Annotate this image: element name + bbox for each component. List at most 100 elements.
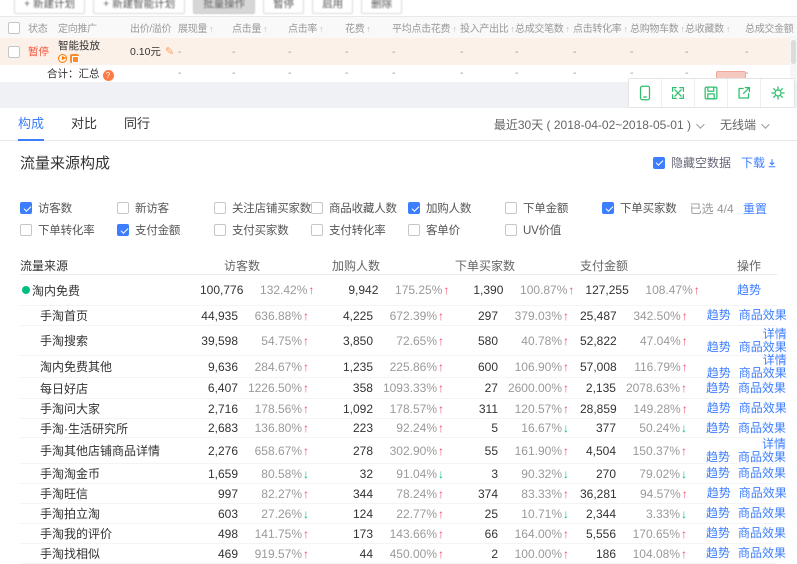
help-icon[interactable]: ? (103, 70, 114, 81)
ads-col-header[interactable]: 花费↑ (345, 20, 392, 35)
table-row[interactable]: 手淘其他店铺商品详情2,276658.67%↑278302.90%↑55161.… (20, 437, 777, 463)
new-campaign-button[interactable]: + 新建计划 (14, 0, 85, 14)
tab-peers[interactable]: 同行 (124, 108, 150, 141)
pause-button[interactable]: 暂停 (263, 0, 304, 14)
checkbox-icon[interactable] (408, 224, 420, 236)
checkbox-icon[interactable] (311, 224, 323, 236)
checkbox-icon[interactable] (117, 224, 129, 236)
ads-col-header[interactable]: 总成交金额↑ (745, 20, 797, 35)
table-row[interactable]: 手淘拍立淘60327.26%↓12422.77%↑2510.71%↓2,3443… (20, 503, 777, 523)
ops-link-趋势[interactable]: 趋势 (706, 506, 730, 520)
checkbox-icon[interactable] (214, 202, 226, 214)
metric-checkbox-访客数[interactable]: 访客数 (20, 200, 117, 216)
metric-checkbox-加购人数[interactable]: 加购人数 (408, 200, 505, 216)
metric-checkbox-支付买家数[interactable]: 支付买家数 (214, 222, 311, 238)
ops-link-趋势[interactable]: 趋势 (707, 486, 731, 500)
ops-link-商品效果[interactable]: 商品效果 (739, 366, 787, 380)
reset-link[interactable]: 重置 (743, 202, 767, 216)
metric-checkbox-客单价[interactable]: 客单价 (408, 222, 505, 238)
ops-link-趋势[interactable]: 趋势 (706, 450, 730, 464)
ops-link-商品效果[interactable]: 商品效果 (739, 401, 787, 415)
date-range-selector[interactable]: 最近30天 ( 2018-04-02~2018-05-01 ) (494, 116, 702, 133)
ops-link-趋势[interactable]: 趋势 (706, 466, 730, 480)
checkbox-icon[interactable] (408, 202, 420, 214)
ops-link-详情[interactable]: 详情 (763, 327, 787, 341)
download-link[interactable]: 下载 (741, 154, 777, 171)
checkbox-icon[interactable] (505, 224, 517, 236)
delete-button[interactable]: 删除 (361, 0, 402, 14)
ops-link-详情[interactable]: 详情 (763, 353, 787, 367)
ops-link-商品效果[interactable]: 商品效果 (738, 421, 786, 435)
metric-checkbox-下单买家数[interactable]: 下单买家数 (602, 200, 699, 216)
ops-link-趋势[interactable]: 趋势 (737, 283, 761, 297)
metric-checkbox-支付转化率[interactable]: 支付转化率 (311, 222, 408, 238)
table-row[interactable]: 手淘旺信99782.27%↑34478.24%↑37483.33%↑36,281… (20, 483, 777, 503)
checkbox-icon[interactable] (20, 202, 32, 214)
table-row[interactable]: 手淘首页44,935636.88%↑4,225672.39%↑297379.03… (20, 305, 777, 325)
channel-selector[interactable]: 无线端 (720, 116, 767, 133)
ops-link-趋势[interactable]: 趋势 (706, 421, 730, 435)
ads-col-header[interactable]: 投入产出比↑ (460, 20, 515, 35)
fullscreen-icon[interactable] (662, 79, 695, 107)
tab-composition[interactable]: 构成 (18, 108, 44, 141)
select-all-checkbox[interactable] (8, 22, 20, 34)
checkbox-icon[interactable] (505, 202, 517, 214)
ops-link-趋势[interactable]: 趋势 (707, 401, 731, 415)
ops-link-趋势[interactable]: 趋势 (707, 308, 731, 322)
ops-link-趋势[interactable]: 趋势 (706, 381, 730, 395)
ops-link-详情[interactable]: 详情 (762, 437, 786, 451)
checkbox-icon[interactable] (311, 202, 323, 214)
ads-col-header[interactable]: 点击转化率↑ (573, 20, 630, 35)
hide-empty-checkbox[interactable]: 隐藏空数据 (653, 154, 731, 171)
ops-link-趋势[interactable]: 趋势 (707, 366, 731, 380)
metric-checkbox-新访客[interactable]: 新访客 (117, 200, 214, 216)
scrollbar-thumb[interactable] (791, 40, 796, 64)
ads-col-header[interactable]: 点击率↑ (288, 20, 345, 35)
ads-col-header[interactable]: 总购物车数↑ (630, 20, 685, 35)
batch-actions-button[interactable]: 批量操作 (193, 0, 255, 14)
ops-link-商品效果[interactable]: 商品效果 (739, 308, 787, 322)
table-row[interactable]: 手淘搜索39,59854.75%↑3,85072.65%↑58040.78%↑5… (20, 325, 777, 355)
ops-link-商品效果[interactable]: 商品效果 (738, 506, 786, 520)
ops-link-趋势[interactable]: 趋势 (706, 546, 730, 560)
checkbox-icon[interactable] (602, 202, 614, 214)
ads-col-header[interactable]: 总收藏数↑ (685, 20, 745, 35)
ops-link-商品效果[interactable]: 商品效果 (738, 381, 786, 395)
settings-icon[interactable] (761, 79, 794, 107)
table-row[interactable]: 手淘找相似469919.57%↑44450.00%↑2100.00%↑18610… (20, 543, 777, 563)
ops-link-商品效果[interactable]: 商品效果 (738, 526, 786, 540)
ops-link-商品效果[interactable]: 商品效果 (738, 450, 786, 464)
enable-button[interactable]: 启用 (312, 0, 353, 14)
metric-checkbox-UV价值[interactable]: UV价值 (505, 222, 602, 238)
tab-compare[interactable]: 对比 (71, 108, 97, 141)
checkbox-icon[interactable] (653, 157, 665, 169)
checkbox-icon[interactable] (117, 202, 129, 214)
ops-link-商品效果[interactable]: 商品效果 (738, 466, 786, 480)
checkbox-icon[interactable] (20, 224, 32, 236)
checkbox-icon[interactable] (214, 224, 226, 236)
ads-col-header[interactable]: 点击量↑ (232, 20, 288, 35)
ops-link-商品效果[interactable]: 商品效果 (739, 486, 787, 500)
save-icon[interactable] (695, 79, 728, 107)
edit-bid-icon[interactable]: ✎ (165, 46, 174, 58)
ops-link-商品效果[interactable]: 商品效果 (739, 340, 787, 354)
ads-col-header[interactable]: 总成交笔数↑ (515, 20, 573, 35)
ads-col-header[interactable]: 平均点击花费↑ (392, 20, 460, 35)
table-row[interactable]: 每日好店6,4071226.50%↑3581093.33%↑272600.00%… (20, 377, 777, 398)
ops-link-商品效果[interactable]: 商品效果 (738, 546, 786, 560)
table-row[interactable]: 手淘淘金币1,65980.58%↓3291.04%↓390.32%↓27079.… (20, 463, 777, 483)
campaign-row[interactable]: 暂停 智能投放 0.10元✎ ----------- (0, 38, 797, 65)
export-icon[interactable] (728, 79, 761, 107)
metric-checkbox-商品收藏人数[interactable]: 商品收藏人数 (311, 200, 408, 216)
table-row[interactable]: 手淘·生活研究所2,683136.80%↑22392.24%↑516.67%↓3… (20, 418, 777, 437)
table-row[interactable]: 淘内免费100,776132.42%↑9,942175.25%↑1,390100… (20, 274, 777, 305)
metric-checkbox-关注店铺买家数[interactable]: 关注店铺买家数 (214, 200, 311, 216)
ops-link-趋势[interactable]: 趋势 (707, 340, 731, 354)
mobile-preview-icon[interactable] (629, 79, 662, 107)
table-row[interactable]: 手淘问大家2,716178.56%↑1,092178.57%↑311120.57… (20, 398, 777, 418)
ops-link-趋势[interactable]: 趋势 (706, 526, 730, 540)
scrollbar[interactable] (790, 36, 797, 82)
campaign-name[interactable]: 智能投放 (58, 41, 130, 52)
new-smart-campaign-button[interactable]: + 新建智能计划 (93, 0, 185, 14)
table-row[interactable]: 手淘我的评价498141.75%↑173143.66%↑66164.00%↑5,… (20, 523, 777, 543)
